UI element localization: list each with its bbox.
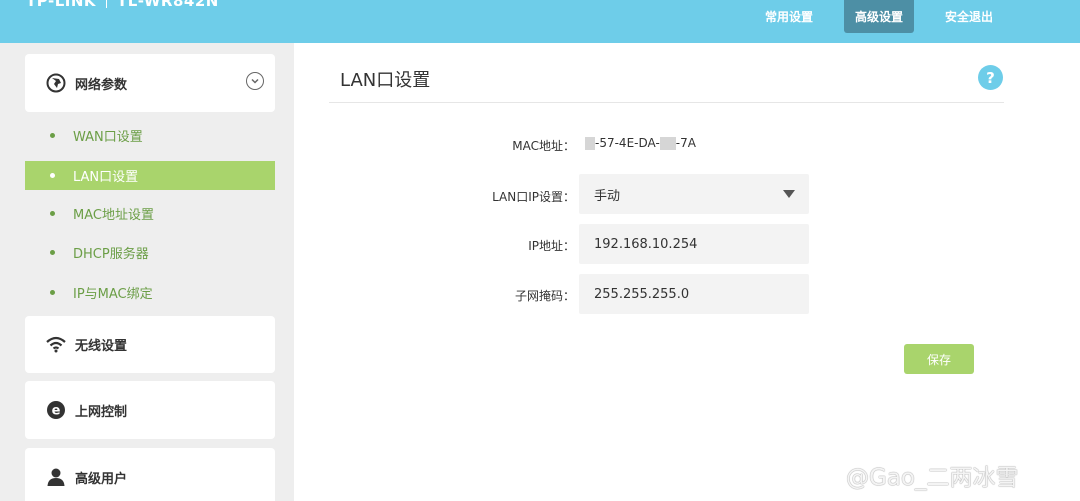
sidebar-advanced-user-header[interactable]: 高级用户 — [45, 466, 127, 488]
subnet-mask-value: 255.255.255.0 — [594, 286, 690, 302]
lan-ip-mode-label: LAN口IP设置： — [492, 190, 575, 204]
wifi-icon — [45, 333, 67, 355]
sidebar-item-label: MAC地址设置 — [73, 208, 154, 223]
sidebar-item-dhcp[interactable]: DHCP服务器 — [25, 238, 275, 267]
bullet — [50, 211, 55, 216]
globe-icon — [45, 72, 67, 94]
sidebar-advanced-user-label: 高级用户 — [75, 471, 128, 487]
sidebar-item-label: DHCP服务器 — [73, 247, 149, 262]
save-button[interactable]: 保存 — [904, 344, 974, 374]
chevron-down-icon[interactable] — [246, 72, 264, 90]
sidebar-wireless-label: 无线设置 — [75, 338, 128, 354]
bullet — [50, 250, 55, 255]
mac-value: -57-4E-DA- -7A — [585, 136, 696, 150]
nav-advanced-settings[interactable]: 高级设置 — [844, 0, 914, 33]
sidebar-network-label: 网络参数 — [75, 77, 128, 93]
mac-segment: -57-4E-DA- — [595, 136, 660, 150]
help-icon[interactable]: ? — [978, 65, 1003, 90]
model-name: TL-WR842N — [117, 0, 219, 10]
bullet — [50, 133, 55, 138]
user-icon — [45, 466, 67, 488]
bullet — [50, 290, 55, 295]
top-header: TP-LINK TL-WR842N 常用设置 高级设置 安全退出 — [0, 0, 1080, 43]
watermark: @Gao_二两冰雪 — [846, 465, 1019, 491]
mac-label: MAC地址： — [512, 139, 575, 153]
ip-address-value: 192.168.10.254 — [594, 236, 698, 252]
sidebar-item-lan[interactable]: LAN口设置 — [25, 161, 275, 190]
sidebar-item-label: LAN口设置 — [73, 170, 139, 185]
lan-ip-mode-select[interactable]: 手动 — [579, 174, 809, 214]
sidebar-network-header[interactable]: 网络参数 — [45, 72, 127, 94]
sidebar-access-label: 上网控制 — [75, 404, 128, 420]
sidebar-item-wan[interactable]: WAN口设置 — [25, 121, 275, 150]
ip-address-label: IP地址： — [528, 239, 575, 253]
mac-redaction — [659, 136, 676, 150]
title-divider — [329, 102, 1004, 103]
brand-separator — [106, 0, 108, 8]
lan-ip-mode-value: 手动 — [594, 188, 621, 204]
sidebar-item-mac[interactable]: MAC地址设置 — [25, 199, 275, 228]
sidebar-access-header[interactable]: e 上网控制 — [45, 399, 127, 421]
bullet — [50, 173, 55, 178]
internet-e-icon: e — [45, 399, 67, 421]
nav-logout[interactable]: 安全退出 — [930, 0, 1008, 33]
brand-logo: TP-LINK TL-WR842N — [26, 0, 219, 10]
subnet-mask-label: 子网掩码： — [514, 289, 575, 303]
nav-common-settings[interactable]: 常用设置 — [752, 0, 826, 33]
main-content — [294, 43, 1080, 501]
dropdown-caret-icon — [783, 190, 795, 198]
brand-name: TP-LINK — [26, 0, 97, 10]
sidebar-item-label: IP与MAC绑定 — [73, 287, 153, 302]
ip-address-input[interactable]: 192.168.10.254 — [579, 224, 809, 264]
svg-text:e: e — [52, 404, 61, 419]
mac-segment: -7A — [675, 136, 696, 150]
sidebar-item-ip-mac-binding[interactable]: IP与MAC绑定 — [25, 278, 275, 307]
page-title: LAN口设置 — [340, 70, 431, 91]
subnet-mask-input[interactable]: 255.255.255.0 — [579, 274, 809, 314]
sidebar-wireless-header[interactable]: 无线设置 — [45, 333, 127, 355]
sidebar-item-label: WAN口设置 — [73, 130, 143, 145]
mac-redaction — [585, 136, 595, 150]
